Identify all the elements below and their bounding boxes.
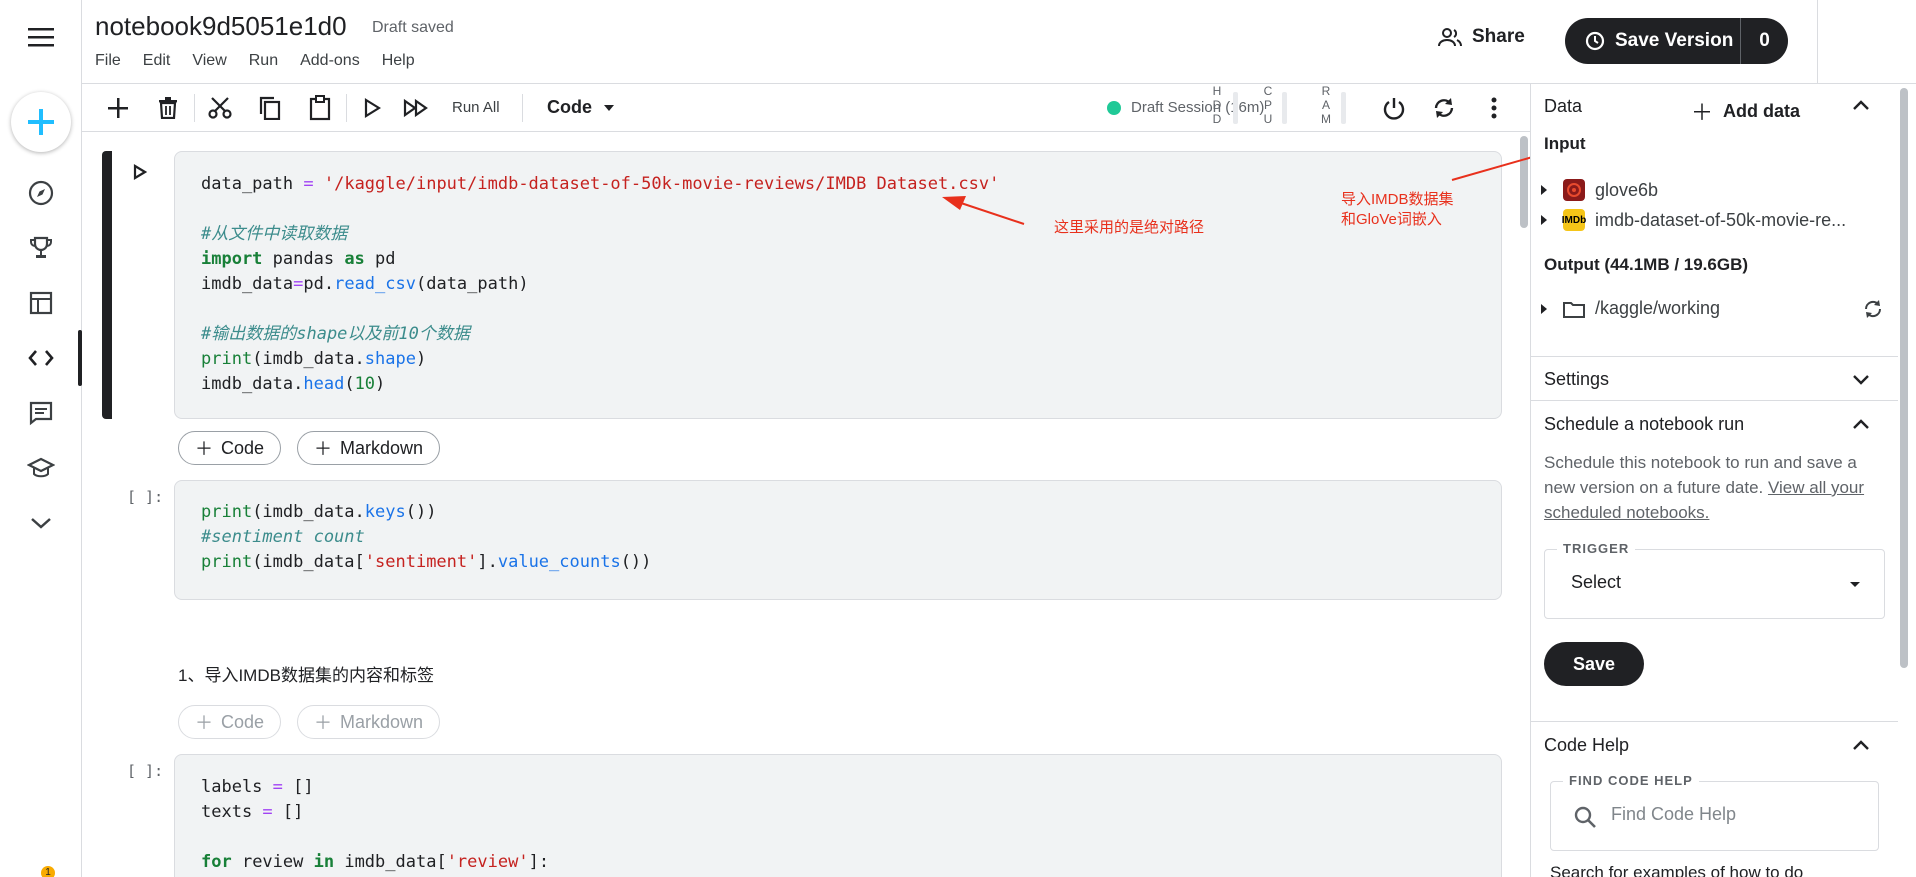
- dropdown-arrow-icon: [1850, 582, 1860, 587]
- delete-trash-icon[interactable]: [152, 92, 184, 124]
- trigger-select[interactable]: TRIGGER Select: [1544, 541, 1885, 619]
- dataset-imdb[interactable]: IMDb imdb-dataset-of-50k-movie-re...: [1541, 209, 1846, 231]
- imdb-thumb-icon: IMDb: [1562, 209, 1586, 231]
- caret-down-icon: [604, 104, 614, 111]
- insert-cell-plus-icon[interactable]: [102, 92, 134, 124]
- right-side-panel: Data ＋ Add data Input glove6b IMDb imdb-…: [1530, 84, 1898, 877]
- menu-run[interactable]: Run: [249, 52, 278, 70]
- competitions-trophy-icon[interactable]: [0, 221, 82, 275]
- plus-icon: ＋: [1691, 100, 1714, 125]
- find-placeholder: Find Code Help: [1611, 804, 1737, 824]
- find-legend: FIND CODE HELP: [1563, 773, 1699, 788]
- people-icon: [1438, 28, 1462, 47]
- trigger-legend: TRIGGER: [1557, 541, 1636, 556]
- menu-view[interactable]: View: [192, 52, 226, 70]
- output-label: Output (44.1MB / 19.6GB): [1544, 255, 1749, 274]
- notebook-header: notebook9d5051e1d0 Draft saved File Edit…: [82, 0, 1916, 84]
- expand-caret-icon: [1541, 303, 1547, 314]
- left-nav-rail: 1: [0, 0, 82, 877]
- menu-add-ons[interactable]: Add-ons: [300, 52, 360, 70]
- paste-clipboard-icon[interactable]: [304, 92, 336, 124]
- datasets-table-icon[interactable]: [0, 276, 82, 330]
- collapse-chevron-up-icon[interactable]: [1851, 417, 1871, 436]
- code-brackets-icon[interactable]: [0, 331, 82, 385]
- run-cell-play-icon[interactable]: [356, 92, 388, 124]
- menu-bar: File Edit View Run Add-ons Help: [95, 52, 415, 70]
- panel-scrollbar-thumb[interactable]: [1900, 88, 1908, 668]
- search-icon: [1574, 806, 1596, 828]
- cut-scissors-icon[interactable]: [204, 92, 236, 124]
- hamburger-menu-icon[interactable]: [0, 10, 82, 64]
- share-label: Share: [1472, 26, 1525, 47]
- schedule-save-button[interactable]: Save: [1544, 642, 1644, 686]
- expand-caret-icon: [1541, 185, 1547, 195]
- cell-type-value: Code: [547, 97, 592, 117]
- settings-section-title[interactable]: Settings: [1544, 369, 1609, 390]
- explore-compass-icon[interactable]: [0, 166, 82, 220]
- annotation-arrows: [942, 196, 1025, 225]
- input-label: Input: [1544, 134, 1586, 153]
- menu-file[interactable]: File: [95, 52, 121, 70]
- more-chevron-down-icon[interactable]: [0, 496, 82, 550]
- save-version-count: 0: [1759, 30, 1770, 51]
- notification-badge[interactable]: 1: [41, 866, 55, 877]
- notebook-area: data_path = '/kaggle/input/imdb-dataset-…: [82, 132, 1530, 877]
- learn-graduation-cap-icon[interactable]: [0, 441, 82, 495]
- run-all-fast-forward-icon[interactable]: [400, 92, 432, 124]
- expand-caret-icon: [1541, 215, 1547, 225]
- share-button[interactable]: Share: [1438, 26, 1525, 48]
- run-all-button[interactable]: Run All: [452, 99, 500, 116]
- annotation-import-data: 导入IMDB数据集 和GloVe词嵌入: [1341, 191, 1454, 228]
- cell-type-dropdown[interactable]: Code: [547, 97, 614, 118]
- session-status[interactable]: Draft Session (16m): [1107, 99, 1264, 116]
- session-active-dot: [1107, 100, 1121, 115]
- annotation-absolute-path: 这里采用的是绝对路径: [1054, 219, 1205, 236]
- refresh-output-icon[interactable]: [1863, 299, 1883, 324]
- discussion-comment-icon[interactable]: [0, 386, 82, 440]
- menu-help[interactable]: Help: [382, 52, 415, 70]
- expand-chevron-down-icon[interactable]: [1851, 373, 1871, 392]
- menu-edit[interactable]: Edit: [143, 52, 171, 70]
- code-help-section-title[interactable]: Code Help: [1544, 735, 1629, 756]
- trigger-value: Select: [1571, 572, 1622, 592]
- save-status: Draft saved: [372, 19, 454, 36]
- find-code-help-input[interactable]: FIND CODE HELP Find Code Help: [1550, 773, 1879, 851]
- save-version-button[interactable]: Save Version 0: [1565, 18, 1788, 64]
- panel-scrollbar[interactable]: [1898, 88, 1910, 877]
- save-version-label: Save Version: [1615, 30, 1734, 51]
- copy-icon[interactable]: [254, 92, 286, 124]
- collapse-chevron-up-icon[interactable]: [1851, 98, 1871, 117]
- power-icon[interactable]: [1378, 92, 1410, 124]
- notebook-title[interactable]: notebook9d5051e1d0: [95, 11, 347, 42]
- schedule-section-title[interactable]: Schedule a notebook run: [1544, 414, 1744, 435]
- glove-thumb-icon: [1563, 179, 1585, 201]
- folder-icon: [1563, 301, 1585, 318]
- create-plus-button[interactable]: [11, 92, 71, 152]
- add-data-button[interactable]: ＋ Add data: [1691, 95, 1800, 127]
- collapse-chevron-up-icon[interactable]: [1851, 738, 1871, 757]
- data-section-title: Data: [1544, 96, 1583, 116]
- schedule-description: Schedule this notebook to run and save a…: [1544, 453, 1865, 522]
- session-label: Draft Session (16m): [1131, 99, 1265, 116]
- dataset-glove6b[interactable]: glove6b: [1541, 179, 1658, 201]
- search-hint: Search for examples of how to do: [1550, 863, 1804, 877]
- plus-icon: [28, 109, 54, 135]
- notebook-toolbar: Run All Code Draft Session (16m) HDD CPU…: [82, 84, 1530, 132]
- output-folder-working[interactable]: /kaggle/working: [1541, 298, 1720, 319]
- history-icon: [1585, 31, 1605, 51]
